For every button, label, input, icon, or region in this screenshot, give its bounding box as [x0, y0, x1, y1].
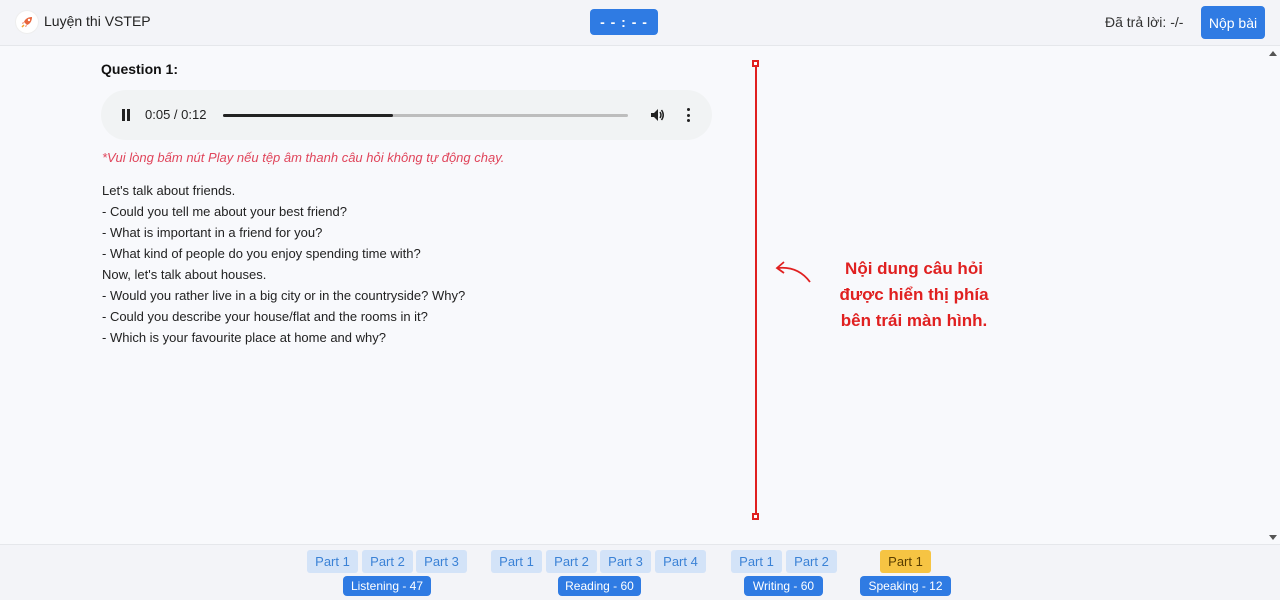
- timer: - - : - -: [590, 9, 658, 35]
- reading-part-4[interactable]: Part 4: [655, 550, 706, 573]
- curved-arrow-icon: [775, 261, 811, 283]
- reading-part-1[interactable]: Part 1: [491, 550, 542, 573]
- reading-part-2[interactable]: Part 2: [546, 550, 597, 573]
- more-options-icon[interactable]: [685, 107, 691, 123]
- question-line: - What is important in a friend for you?: [102, 225, 323, 240]
- autoplay-note: *Vui lòng bấm nút Play nếu tệp âm thanh …: [102, 150, 505, 165]
- speaking-section-label[interactable]: Speaking - 12: [860, 576, 951, 596]
- question-text: Let's talk about friends. - Could you te…: [102, 180, 465, 348]
- reading-section-label[interactable]: Reading - 60: [558, 576, 641, 596]
- header: Luyện thi VSTEP - - : - - Đã trả lời: -/…: [0, 0, 1280, 46]
- question-line: - Could you describe your house/flat and…: [102, 309, 428, 324]
- audio-progress-fill: [223, 114, 394, 117]
- speaking-part-1[interactable]: Part 1: [880, 550, 931, 573]
- writing-part-1[interactable]: Part 1: [731, 550, 782, 573]
- annotation-divider-line: [755, 64, 757, 517]
- question-line: - What kind of people do you enjoy spend…: [102, 246, 421, 261]
- section-navigator: Part 1 Part 2 Part 3 Listening - 47 Part…: [0, 544, 1280, 600]
- question-line: Now, let's talk about houses.: [102, 267, 267, 282]
- listening-part-3[interactable]: Part 3: [416, 550, 467, 573]
- listening-part-1[interactable]: Part 1: [307, 550, 358, 573]
- listening-section-label[interactable]: Listening - 47: [343, 576, 431, 596]
- submit-button[interactable]: Nộp bài: [1201, 6, 1265, 39]
- writing-section-label[interactable]: Writing - 60: [744, 576, 823, 596]
- question-line: Let's talk about friends.: [102, 183, 236, 198]
- annotation-text: Nội dung câu hỏi được hiển thị phía bên …: [816, 256, 1012, 334]
- audio-progress-track[interactable]: [223, 114, 628, 117]
- reading-part-3[interactable]: Part 3: [600, 550, 651, 573]
- question-line: - Which is your favourite place at home …: [102, 330, 386, 345]
- annotation-line: được hiển thị phía: [839, 285, 989, 304]
- scroll-up-icon[interactable]: [1269, 51, 1277, 56]
- listening-part-2[interactable]: Part 2: [362, 550, 413, 573]
- rocket-icon: [16, 11, 38, 33]
- question-line: - Could you tell me about your best frie…: [102, 204, 347, 219]
- scroll-down-icon[interactable]: [1269, 535, 1277, 540]
- pause-icon[interactable]: [121, 109, 131, 121]
- annotation-handle-top: [752, 60, 759, 67]
- answered-count: Đã trả lời: -/-: [1105, 14, 1184, 30]
- question-line: - Would you rather live in a big city or…: [102, 288, 466, 303]
- audio-player: 0:05 / 0:12: [101, 90, 712, 140]
- scrollbar[interactable]: [1266, 47, 1280, 544]
- question-title: Question 1:: [101, 61, 179, 77]
- annotation-line: bên trái màn hình.: [840, 311, 988, 330]
- annotation-handle-bottom: [752, 513, 759, 520]
- annotation-line: Nội dung câu hỏi: [845, 259, 983, 278]
- writing-part-2[interactable]: Part 2: [786, 550, 837, 573]
- app-title[interactable]: Luyện thi VSTEP: [44, 13, 151, 29]
- volume-icon[interactable]: [649, 107, 665, 123]
- audio-time: 0:05 / 0:12: [145, 107, 207, 122]
